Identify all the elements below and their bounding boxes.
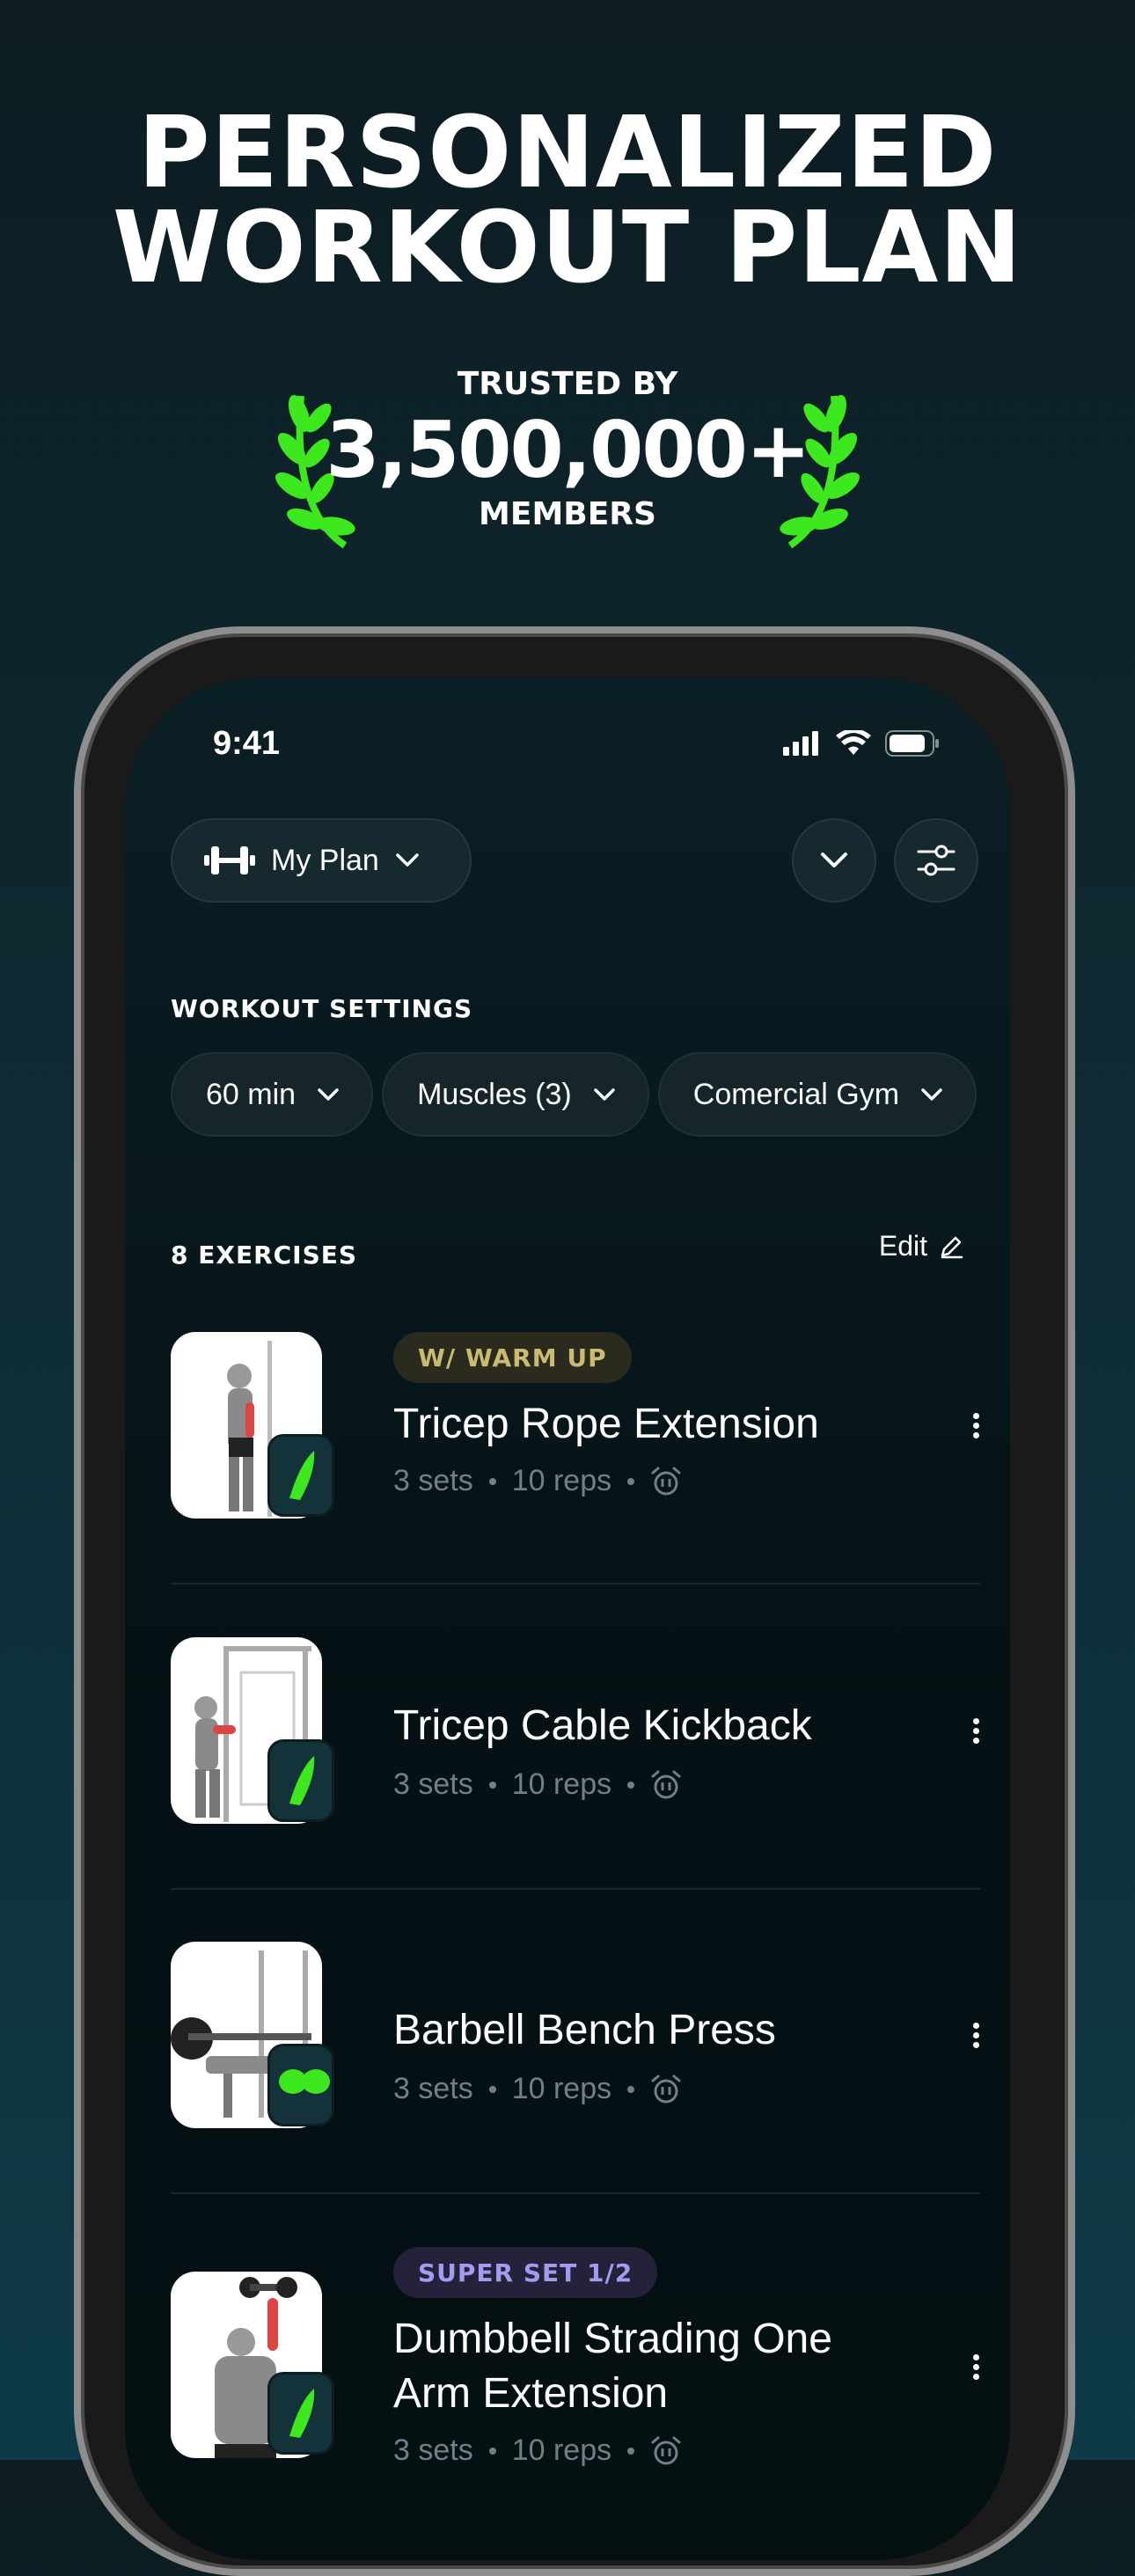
headline-line-1: PERSONALIZED bbox=[137, 96, 998, 210]
app-screen: 9:41 My Plan WORKOUT SETTINGS 60 min Mus… bbox=[125, 677, 1010, 2560]
status-time: 9:41 bbox=[213, 725, 281, 762]
chip-label: Comercial Gym bbox=[692, 1077, 900, 1111]
filter-settings-button[interactable] bbox=[894, 818, 978, 903]
pencil-icon bbox=[941, 1236, 963, 1258]
more-options-icon[interactable] bbox=[973, 1715, 984, 1747]
separator-dot bbox=[488, 2447, 496, 2455]
chevron-down-icon bbox=[318, 1088, 339, 1101]
alarm-clock-icon bbox=[651, 2436, 681, 2464]
chevron-down-icon bbox=[821, 853, 847, 867]
exercise-sets: 3 sets bbox=[393, 1767, 473, 1801]
chip-label: Muscles (3) bbox=[417, 1077, 572, 1111]
divider bbox=[171, 2192, 980, 2194]
chip-label: 60 min bbox=[206, 1077, 297, 1111]
alarm-clock-icon bbox=[651, 1467, 681, 1495]
collapse-button[interactable] bbox=[792, 818, 876, 903]
exercise-name: Tricep Rope Extension bbox=[393, 1401, 819, 1447]
gym-type-chip[interactable]: Comercial Gym bbox=[657, 1052, 978, 1137]
wifi-icon bbox=[836, 730, 871, 755]
edit-label: Edit bbox=[878, 1230, 927, 1262]
signal-icon bbox=[783, 731, 818, 756]
more-options-icon[interactable] bbox=[973, 2351, 984, 2383]
exercise-item[interactable]: Tricep Cable Kickback 3 sets 10 reps bbox=[171, 1637, 980, 1831]
edit-button[interactable]: Edit bbox=[879, 1230, 964, 1262]
sliders-icon bbox=[917, 845, 956, 876]
warm-up-badge: W/ WARM UP bbox=[393, 1332, 632, 1383]
target-muscle-icon bbox=[267, 1434, 334, 1517]
exercise-name: Tricep Cable Kickback bbox=[393, 1702, 812, 1749]
separator-dot bbox=[488, 2085, 496, 2093]
members-label: MEMBERS bbox=[479, 496, 656, 532]
exercise-name: Barbell Bench Press bbox=[393, 2007, 776, 2053]
super-set-badge: SUPER SET 1/2 bbox=[393, 2247, 658, 2298]
plan-selector-button[interactable]: My Plan bbox=[171, 818, 472, 903]
exercise-reps: 10 reps bbox=[511, 1464, 612, 1497]
exercise-meta: 3 sets 10 reps bbox=[393, 1767, 682, 1802]
separator-dot bbox=[627, 2447, 635, 2455]
battery-icon bbox=[885, 730, 939, 757]
exercise-meta: 3 sets 10 reps bbox=[393, 2072, 682, 2106]
exercise-meta: 3 sets 10 reps bbox=[393, 1464, 682, 1498]
more-options-icon[interactable] bbox=[973, 2019, 984, 2052]
dumbbell-icon bbox=[204, 846, 255, 875]
exercise-name: Dumbbell Strading One Arm Extension bbox=[393, 2312, 832, 2421]
divider bbox=[171, 1583, 980, 1584]
exercise-item[interactable]: Barbell Bench Press 3 sets 10 reps bbox=[171, 1942, 980, 2135]
alarm-clock-icon bbox=[651, 2075, 681, 2103]
laurel-right-icon bbox=[780, 395, 860, 549]
duration-chip[interactable]: 60 min bbox=[171, 1052, 374, 1137]
exercise-reps: 10 reps bbox=[511, 2072, 612, 2105]
target-muscle-icon bbox=[267, 1739, 334, 1822]
headline-line-2: WORKOUT PLAN bbox=[112, 191, 1023, 305]
exercise-sets: 3 sets bbox=[393, 1464, 473, 1497]
exercise-sets: 3 sets bbox=[393, 2072, 473, 2105]
divider bbox=[171, 1888, 980, 1890]
target-muscle-icon bbox=[267, 2044, 334, 2126]
chevron-down-icon bbox=[921, 1088, 942, 1101]
workout-settings-chips: 60 min Muscles (3) Comercial Gym bbox=[171, 1052, 978, 1137]
promo-headline: PERSONALIZED WORKOUT PLAN bbox=[0, 96, 1135, 305]
separator-dot bbox=[488, 1477, 496, 1485]
workout-settings-title: WORKOUT SETTINGS bbox=[171, 994, 473, 1023]
exercise-reps: 10 reps bbox=[511, 2433, 612, 2467]
exercise-name-line-1: Dumbbell Strading One bbox=[393, 2316, 832, 2362]
chevron-down-icon bbox=[396, 853, 419, 867]
muscles-chip[interactable]: Muscles (3) bbox=[382, 1052, 649, 1137]
phone-frame: 9:41 My Plan WORKOUT SETTINGS 60 min Mus… bbox=[74, 626, 1075, 2576]
separator-dot bbox=[627, 1781, 635, 1789]
target-muscle-icon bbox=[267, 2372, 334, 2455]
chevron-down-icon bbox=[594, 1088, 615, 1101]
exercise-meta: 3 sets 10 reps bbox=[393, 2433, 682, 2468]
exercise-item[interactable]: SUPER SET 1/2 Dumbbell Strading One Arm … bbox=[171, 2247, 980, 2476]
exercise-sets: 3 sets bbox=[393, 2433, 473, 2467]
exercise-name-line-2: Arm Extension bbox=[393, 2370, 669, 2417]
exercise-item[interactable]: W/ WARM UP Tricep Rope Extension 3 sets … bbox=[171, 1332, 980, 1526]
more-options-icon[interactable] bbox=[973, 1409, 984, 1442]
separator-dot bbox=[627, 1477, 635, 1485]
separator-dot bbox=[488, 1781, 496, 1789]
exercise-reps: 10 reps bbox=[511, 1767, 612, 1801]
status-icons bbox=[783, 730, 940, 757]
members-count: 3,500,000+ bbox=[326, 405, 810, 495]
alarm-clock-icon bbox=[651, 1770, 681, 1798]
separator-dot bbox=[627, 2085, 635, 2093]
trusted-by-label: TRUSTED BY bbox=[457, 366, 678, 402]
exercises-title: 8 EXERCISES bbox=[171, 1240, 358, 1270]
trust-badge: TRUSTED BY 3,500,000+ MEMBERS bbox=[0, 361, 1135, 554]
plan-label: My Plan bbox=[271, 843, 379, 877]
